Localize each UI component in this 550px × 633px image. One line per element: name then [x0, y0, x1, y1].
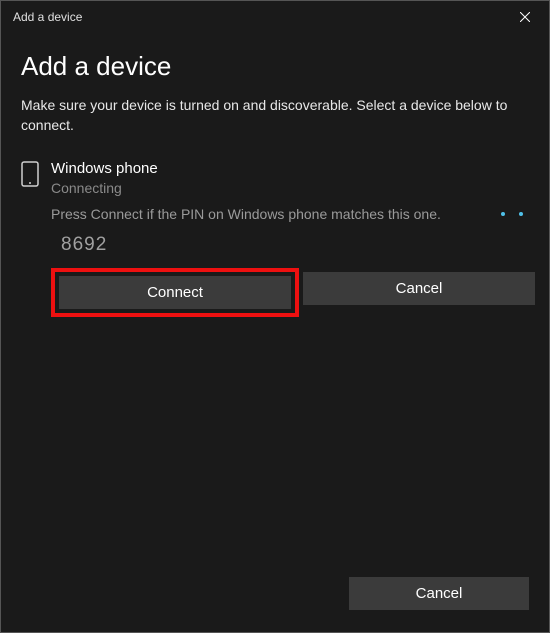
connect-button[interactable]: Connect	[59, 276, 291, 309]
content-area: Add a device Make sure your device is tu…	[1, 33, 549, 561]
device-info: Windows phone Connecting	[51, 159, 529, 196]
action-button-row: Connect Cancel	[51, 268, 535, 317]
device-item[interactable]: Windows phone Connecting	[21, 159, 529, 196]
pin-instruction-row: Press Connect if the PIN on Windows phon…	[51, 206, 529, 222]
highlight-annotation: Connect	[51, 268, 299, 317]
progress-dot	[519, 212, 523, 216]
titlebar-title: Add a device	[13, 10, 82, 24]
titlebar: Add a device	[1, 1, 549, 33]
progress-indicator	[501, 212, 523, 216]
device-status: Connecting	[51, 180, 529, 196]
page-title: Add a device	[21, 51, 529, 82]
cancel-button[interactable]: Cancel	[303, 272, 535, 305]
progress-dot	[501, 212, 505, 216]
pin-instruction: Press Connect if the PIN on Windows phon…	[51, 206, 491, 222]
close-icon	[520, 12, 530, 22]
dialog-footer: Cancel	[1, 561, 549, 632]
pin-value: 8692	[61, 234, 529, 256]
close-button[interactable]	[511, 7, 539, 27]
phone-icon	[21, 161, 39, 192]
footer-cancel-button[interactable]: Cancel	[349, 577, 529, 610]
device-name: Windows phone	[51, 159, 529, 179]
page-subtitle: Make sure your device is turned on and d…	[21, 96, 529, 135]
